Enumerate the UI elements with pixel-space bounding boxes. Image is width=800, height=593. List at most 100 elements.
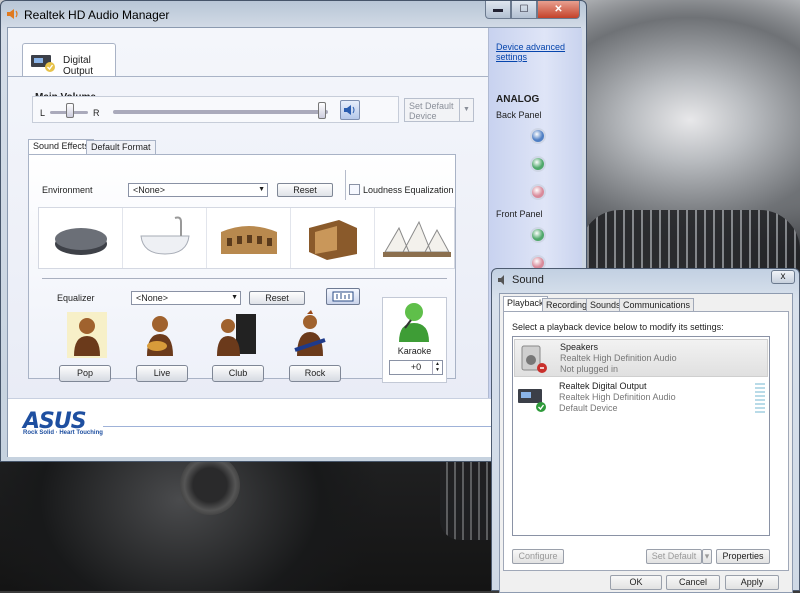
set-default-device-button[interactable]: Set Default Device ▼ (404, 98, 474, 122)
environment-label: Environment (42, 185, 93, 195)
loudness-label: Loudness Equalization (363, 185, 454, 195)
tab-playback[interactable]: Playback (503, 296, 548, 312)
set-default-button[interactable]: Set Default (646, 549, 702, 564)
equalizer-reset-button[interactable]: Reset (249, 291, 305, 305)
balance-right-label: R (93, 108, 100, 118)
jack-blue-icon[interactable] (530, 128, 546, 144)
digital-output-device-icon (518, 389, 546, 412)
divider (42, 278, 447, 279)
sound-close-button[interactable]: x (771, 270, 795, 284)
rock-preset-button[interactable]: Rock (289, 365, 341, 382)
tab-communications[interactable]: Communications (619, 298, 695, 311)
level-meter (755, 383, 765, 413)
tab-digital-output-label: Digital Output (63, 55, 94, 77)
environment-select[interactable]: <None> ▼ (128, 183, 268, 197)
jack-green-front-icon[interactable] (530, 227, 546, 243)
karaoke-spinner[interactable]: +0 ▲ ▼ (389, 360, 443, 375)
chevron-down-icon[interactable]: ▼ (459, 99, 473, 121)
device-driver: Realtek High Definition Audio (559, 392, 676, 402)
env-room-icon[interactable] (291, 208, 375, 268)
environment-reset-button[interactable]: Reset (277, 183, 333, 197)
equalizer-select[interactable]: <None> ▼ (131, 291, 241, 305)
speakers-icon (521, 345, 547, 373)
main-panel: Digital Output Main Volume L R Set Defau… (8, 28, 488, 398)
pop-singer-icon (67, 312, 107, 358)
cancel-button[interactable]: Cancel (666, 575, 720, 590)
chevron-down-icon: ▼ (231, 294, 238, 301)
analog-heading: ANALOG (496, 94, 540, 105)
club-pianist-icon (217, 314, 256, 356)
maximize-button[interactable]: ☐ (511, 1, 537, 19)
divider (345, 170, 346, 200)
environment-strip (38, 207, 455, 269)
back-panel-label: Back Panel (496, 110, 542, 120)
properties-button[interactable]: Properties (716, 549, 770, 564)
karaoke-value: +0 (410, 362, 422, 372)
tab-divider (8, 76, 488, 77)
tab-recording[interactable]: Recording (542, 298, 592, 311)
rock-guitarist-icon (294, 310, 326, 356)
mute-speaker-button[interactable] (340, 100, 360, 120)
pop-preset-button[interactable]: Pop (59, 365, 111, 382)
main-volume-box: L R (32, 96, 399, 123)
sound-app-icon (498, 275, 504, 285)
balance-left-label: L (40, 108, 46, 118)
device-advanced-settings-link[interactable]: Device advanced settings (496, 42, 576, 62)
spinner-arrows-icon[interactable]: ▲ ▼ (432, 361, 442, 374)
live-preset-button[interactable]: Live (136, 365, 188, 382)
close-button[interactable]: ✕ (537, 1, 580, 19)
equalizer-label: Equalizer (57, 293, 95, 303)
loudness-checkbox[interactable] (349, 184, 360, 195)
digital-output-icon (31, 55, 55, 72)
chevron-down-icon: ▼ (258, 186, 265, 193)
device-name: Realtek Digital Output (559, 381, 647, 391)
karaoke-panel: Karaoke +0 ▲ ▼ (382, 297, 447, 383)
volume-track[interactable] (113, 110, 328, 114)
environment-value: <None> (133, 185, 166, 195)
live-guitarist-icon (147, 316, 173, 356)
volume-slider-thumb[interactable] (318, 102, 326, 119)
sound-client: Playback Recording Sounds Communications… (499, 293, 793, 593)
set-default-chevron-down-icon[interactable]: ▾ (702, 549, 712, 564)
karaoke-singer-icon (399, 303, 429, 342)
configure-button[interactable]: Configure (512, 549, 564, 564)
realtek-titlebar[interactable]: Realtek HD Audio Manager ▬ ☐ ✕ (1, 1, 586, 27)
playback-page: Select a playback device below to modify… (503, 311, 789, 571)
front-panel-label: Front Panel (496, 209, 543, 219)
sound-effects-panel: Environment <None> ▼ Reset Loudness Equa… (28, 154, 456, 383)
sound-dialog-title: Sound (512, 274, 544, 286)
env-bathtub-icon[interactable] (123, 208, 207, 268)
tab-sound-effects[interactable]: Sound Effects (28, 139, 94, 155)
jack-pink-icon[interactable] (530, 184, 546, 200)
device-driver: Realtek High Definition Audio (560, 353, 677, 363)
equalizer-icon (332, 291, 354, 302)
device-name: Speakers (560, 342, 599, 352)
set-default-device-label: Set Default Device (409, 101, 454, 121)
equalizer-value: <None> (136, 293, 169, 303)
balance-slider-thumb[interactable] (66, 103, 74, 118)
device-status: Not plugged in (560, 364, 619, 374)
speaker-app-icon (7, 9, 18, 19)
speaker-icon (344, 105, 355, 115)
playback-device-list: Speakers Realtek High Definition Audio N… (512, 336, 770, 536)
graphic-eq-button[interactable] (326, 288, 360, 305)
env-opera-house-icon[interactable] (375, 208, 458, 268)
playback-instruction: Select a playback device below to modify… (512, 322, 724, 332)
device-status: Default Device (559, 403, 618, 413)
ok-button[interactable]: OK (610, 575, 662, 590)
window-title: Realtek HD Audio Manager (24, 8, 170, 22)
jack-green-icon[interactable] (530, 156, 546, 172)
karaoke-label: Karaoke (397, 346, 432, 356)
asus-tagline: Rock Solid · Heart Touching (23, 430, 103, 436)
env-stone-icon[interactable] (39, 208, 123, 268)
club-preset-button[interactable]: Club (212, 365, 264, 382)
tab-default-format[interactable]: Default Format (86, 140, 156, 155)
minimize-button[interactable]: ▬ (485, 1, 511, 19)
env-colosseum-icon[interactable] (207, 208, 291, 268)
sound-dialog: Sound x Playback Recording Sounds Commun… (491, 268, 800, 593)
apply-button[interactable]: Apply (725, 575, 779, 590)
list-item-digital-output[interactable]: Realtek Digital Output Realtek High Defi… (514, 379, 768, 417)
tab-digital-output[interactable]: Digital Output (22, 43, 116, 77)
wallpaper-foglamp (180, 455, 240, 515)
list-item-speakers[interactable]: Speakers Realtek High Definition Audio N… (514, 339, 768, 377)
